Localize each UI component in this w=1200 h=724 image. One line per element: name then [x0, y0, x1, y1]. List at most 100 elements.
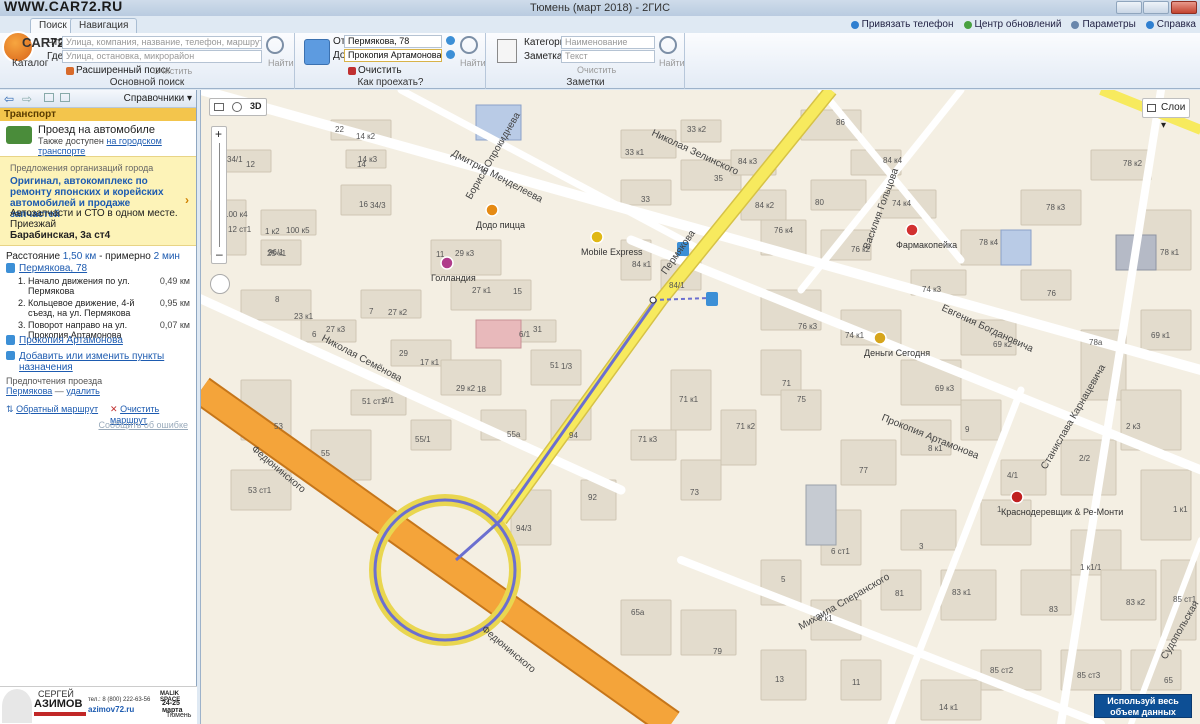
close-button[interactable] — [1171, 1, 1197, 14]
ruler-icon[interactable] — [214, 103, 224, 111]
link-help[interactable]: Справка — [1145, 19, 1196, 30]
poi-label: Голландия — [431, 273, 476, 283]
navigation-compass-icon[interactable] — [210, 274, 230, 294]
house-number: 83 к1 — [952, 588, 972, 597]
notes-find-button[interactable]: Найти — [659, 58, 685, 68]
section-header: Транспорт — [0, 108, 196, 121]
link-updates[interactable]: Центр обновлений — [963, 19, 1061, 30]
from-pin-icon[interactable] — [446, 36, 455, 45]
house-number: 83 к2 — [1126, 598, 1146, 607]
building — [1140, 309, 1192, 351]
print-icon[interactable] — [44, 93, 54, 102]
zoom-track[interactable] — [219, 143, 220, 247]
map-view[interactable]: Николая Зелинского Дмитрия Менделеева Бори… — [200, 90, 1200, 724]
house-number: 81 — [895, 589, 904, 598]
add-points-icon — [6, 351, 15, 360]
house-number: 76 — [1047, 289, 1056, 298]
promo-chevron-icon[interactable]: › — [185, 193, 189, 207]
building — [840, 659, 882, 701]
house-number: 33 — [641, 195, 650, 204]
link-phone[interactable]: Привязать телефон — [850, 19, 954, 30]
clear-route-button[interactable]: Очистить — [348, 65, 402, 76]
tab-search[interactable]: Поиск — [30, 18, 76, 33]
maximize-button[interactable] — [1143, 1, 1169, 14]
route-step: 2. Кольцевое движение, 4-й съезд, на ул. … — [18, 298, 190, 320]
save-icon[interactable] — [60, 93, 70, 102]
to-input[interactable]: Прокопия Артамонова — [344, 49, 442, 62]
house-number: 1 к1/1 — [1080, 563, 1102, 572]
route-start-dot — [649, 296, 657, 304]
route-step-distance: 0,07 км — [159, 320, 190, 330]
house-number: 22 — [335, 125, 344, 134]
house-number: 69 к1 — [1151, 331, 1171, 340]
layers-button[interactable]: Слои ▾ — [1142, 98, 1190, 131]
house-number: 29 к2 — [456, 384, 476, 393]
house-number: 27 к2 — [388, 308, 408, 317]
report-error-link[interactable]: Сообщить об ошибке — [98, 420, 188, 430]
end-link[interactable]: Прокопия Артамонова — [19, 335, 123, 346]
building — [760, 349, 802, 396]
house-number: 15 — [513, 287, 522, 296]
what-input[interactable]: Улица, компания, название, телефон, марш… — [62, 36, 262, 49]
prefs-delete-link[interactable]: удалить — [66, 386, 100, 396]
where-input[interactable]: Улица, остановка, микрорайон — [62, 50, 262, 63]
house-number: 8 — [275, 295, 280, 304]
ad-banner[interactable]: СЕРГЕЙ АЗИМОВ тел.: 8 (800) 222-63-56 az… — [0, 686, 197, 724]
clear-search-button[interactable]: Очистить — [153, 66, 192, 76]
house-number: 23 к1 — [294, 312, 314, 321]
house-number: 7 — [369, 307, 374, 316]
full-data-promo-button[interactable]: Используй весь объем данных — [1094, 694, 1192, 718]
route-find-button[interactable]: Найти — [460, 58, 486, 68]
window-title: Тюмень (март 2018) - 2ГИС — [529, 2, 671, 14]
tab-navigation[interactable]: Навигация — [70, 18, 138, 33]
start-pin-icon — [6, 263, 15, 273]
house-number: 100 к4 — [224, 210, 248, 219]
map-canvas[interactable]: Николая ЗелинскогоДмитрия МенделееваБори… — [201, 90, 1200, 724]
zoom-out-button[interactable]: – — [216, 247, 223, 261]
forward-icon[interactable]: ⇨ — [22, 92, 32, 106]
promo-address: Барабинская, 3а ст4 — [10, 230, 111, 241]
back-icon[interactable]: ⇦ — [4, 92, 14, 106]
clear-notes-button[interactable]: Очистить — [577, 65, 616, 75]
house-number: 65 — [1164, 676, 1173, 685]
to-pin-icon[interactable] — [446, 50, 455, 59]
house-number: 85 ст3 — [1077, 671, 1101, 680]
house-number: 17 к1 — [420, 358, 440, 367]
category-select[interactable]: Наименование — [561, 36, 655, 49]
house-number: 80 — [815, 198, 824, 207]
house-number: 84 к3 — [738, 157, 758, 166]
house-number: 78 к3 — [1046, 203, 1066, 212]
3d-button[interactable]: 3D — [250, 101, 262, 111]
layers-icon — [1147, 104, 1156, 112]
directory-menu[interactable]: Справочники ▾ — [124, 93, 192, 104]
poi-label: Mobile Express — [581, 247, 643, 257]
house-number: 1/3 — [561, 362, 573, 371]
house-number: 65а — [631, 608, 645, 617]
promo-block[interactable]: Предложения организаций города Оригинал,… — [0, 156, 196, 246]
house-number: 73 — [690, 488, 699, 497]
house-number: 1 — [997, 505, 1002, 514]
note-input[interactable]: Текст — [561, 50, 655, 63]
poi-label: Краснодеревщик & Ре-Монти — [1001, 507, 1123, 517]
reverse-route-button[interactable]: ⇅ Обратный маршрут — [6, 404, 98, 415]
prefs-row: Пермякова — удалить — [6, 386, 100, 396]
find-button[interactable]: Найти — [268, 58, 294, 68]
house-number: 83 — [1049, 605, 1058, 614]
building — [1100, 569, 1157, 621]
house-number: 84 к1 — [632, 260, 652, 269]
from-input[interactable]: Пермякова, 78 — [344, 35, 442, 48]
start-link[interactable]: Пермякова, 78 — [19, 263, 87, 274]
poi-icon — [905, 223, 919, 237]
house-number: 6 к1 — [818, 614, 833, 623]
house-number: 11 — [436, 250, 445, 259]
zoom-in-button[interactable]: + — [215, 127, 222, 141]
add-points-link[interactable]: Добавить или изменить пункты назначения — [19, 351, 196, 373]
prefs-street-link[interactable]: Пермякова — [6, 386, 52, 396]
link-params[interactable]: Параметры — [1071, 19, 1136, 30]
house-number: 85 ст2 — [990, 666, 1014, 675]
minimize-button[interactable] — [1116, 1, 1142, 14]
route-step-text: Кольцевое движение, 4-й съезд, на ул. Пе… — [28, 298, 135, 318]
compass-icon[interactable] — [232, 102, 242, 112]
house-number: 74 к4 — [892, 199, 912, 208]
catalog-button[interactable]: Каталог — [12, 58, 48, 69]
